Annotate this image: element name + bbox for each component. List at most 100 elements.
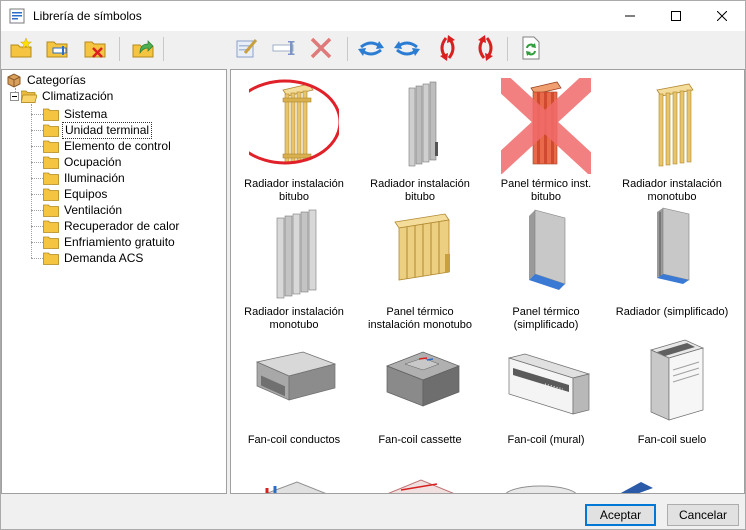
symbol-caption: Panel térmico: [386, 306, 454, 318]
partial-symbol-icon: [388, 479, 454, 493]
minimize-button[interactable]: [607, 1, 653, 31]
refresh-button[interactable]: [517, 34, 545, 62]
symbol-item[interactable]: Fan-coil suelo: [609, 330, 735, 458]
accept-button[interactable]: Aceptar: [585, 504, 656, 526]
symbol-item[interactable]: Radiador instalación bitubo: [357, 74, 483, 203]
maximize-button[interactable]: [653, 1, 699, 31]
folder-icon: [43, 108, 59, 121]
tree-item-sistema[interactable]: Sistema: [43, 106, 109, 122]
partial-symbol-icon: [505, 485, 577, 493]
folder-up-icon: [132, 40, 154, 58]
rotate-vertical-reverse-icon: [478, 35, 493, 61]
rotate-vertical-icon: [440, 35, 455, 61]
maximize-icon: [671, 11, 681, 21]
symbol-item[interactable]: Radiador (simplificado): [609, 202, 735, 330]
close-button[interactable]: [699, 1, 745, 31]
symbol-item[interactable]: Fan-coil cassette: [357, 330, 483, 458]
symbol-item[interactable]: Fan-coil (mural): [483, 330, 609, 458]
rename-folder-button[interactable]: [43, 34, 71, 62]
rename-symbol-icon: [272, 41, 295, 55]
fancoil-cassette-icon: [386, 351, 460, 407]
tree-item-iluminacion[interactable]: Iluminación: [43, 170, 127, 186]
folder-icon: [43, 124, 59, 137]
rotate-left-button[interactable]: [357, 34, 385, 62]
tree-label: Elemento de control: [64, 138, 171, 153]
symbol-caption: Fan-coil cassette: [378, 434, 462, 446]
toolbar: [1, 31, 745, 67]
collapse-toggle[interactable]: [10, 91, 19, 101]
symbol-item[interactable]: Radiador instalación monotubo: [231, 202, 357, 331]
tree-item-demanda-acs[interactable]: Demanda ACS: [43, 250, 145, 266]
tree-label: Ventilación: [64, 202, 123, 217]
category-tree[interactable]: Categorías Climatización Sistema Unidad …: [1, 69, 227, 494]
symbol-grid[interactable]: Radiador instalación bitubo Radiador ins…: [230, 69, 745, 494]
tree-item-recuperador-de-calor[interactable]: Recuperador de calor: [43, 218, 181, 234]
delete-folder-icon: [84, 41, 106, 58]
panel-simple-icon: [529, 209, 566, 290]
tree-label: Enfriamiento gratuito: [64, 234, 175, 249]
tree-label: Ocupación: [64, 154, 122, 169]
cancel-button[interactable]: Cancelar: [667, 504, 739, 526]
refresh-icon: [522, 36, 540, 60]
symbol-item[interactable]: Panel térmico instalación monotubo: [357, 202, 483, 331]
rename-folder-icon: [46, 41, 68, 58]
partial-symbol-icon: [620, 482, 653, 493]
partial-symbol-icon: [265, 481, 326, 493]
delete-symbol-button[interactable]: [307, 34, 335, 62]
symbol-caption: Panel térmico: [512, 306, 580, 318]
edit-symbol-button[interactable]: [233, 34, 261, 62]
folder-icon: [43, 236, 59, 249]
symbol-caption: Fan-coil (mural): [507, 434, 585, 446]
radiator-grey-icon: [276, 209, 317, 299]
tree-label: Iluminación: [64, 170, 125, 185]
tree-label: Equipos: [64, 186, 108, 201]
delete-symbol-icon: [310, 37, 332, 59]
tree-node-climatizacion[interactable]: Climatización: [10, 88, 115, 104]
rotate-horizontal-icon: [358, 41, 384, 56]
close-icon: [717, 11, 727, 21]
category-box-icon: [7, 73, 21, 88]
folder-icon: [43, 172, 59, 185]
tree-label: Sistema: [64, 106, 108, 121]
folder-icon: [43, 156, 59, 169]
tree-item-enfriamiento-gratuito[interactable]: Enfriamiento gratuito: [43, 234, 177, 250]
symbol-caption: Radiador instalación: [370, 178, 470, 190]
rename-symbol-button[interactable]: [271, 34, 299, 62]
folder-up-button[interactable]: [129, 34, 157, 62]
symbol-item[interactable]: Panel térmico inst. bitubo: [483, 74, 609, 203]
symbol-caption: Fan-coil conductos: [247, 434, 341, 446]
folder-icon: [43, 188, 59, 201]
tree-root-categories[interactable]: Categorías: [6, 72, 88, 88]
app-icon: [9, 8, 25, 24]
radiator-simple-icon: [657, 207, 690, 284]
folder-icon: [43, 252, 59, 265]
panel-red-icon: [501, 78, 591, 174]
folder-icon: [43, 140, 59, 153]
symbol-library-window: Librería de símbolos Categorías Climatiz…: [0, 0, 746, 530]
symbol-caption: Radiador instalación: [244, 178, 344, 190]
tree-item-equipos[interactable]: Equipos: [43, 186, 109, 202]
new-folder-button[interactable]: [7, 34, 35, 62]
rotate-down-button[interactable]: [471, 34, 499, 62]
rotate-right-button[interactable]: [393, 34, 421, 62]
symbol-item[interactable]: Radiador instalación monotubo: [609, 74, 735, 203]
tree-item-ventilacion[interactable]: Ventilación: [43, 202, 124, 218]
folder-open-icon: [21, 90, 37, 103]
tree-label: Recuperador de calor: [64, 218, 180, 233]
rotate-up-button[interactable]: [433, 34, 461, 62]
radiator-wood-icon: [656, 83, 694, 167]
minimize-icon: [625, 15, 635, 17]
symbol-caption: Radiador instalación: [244, 306, 344, 318]
tree-item-unidad-terminal[interactable]: Unidad terminal: [43, 121, 153, 139]
symbol-item[interactable]: Radiador instalación bitubo: [231, 74, 357, 203]
tree-item-ocupacion[interactable]: Ocupación: [43, 154, 123, 170]
tree-item-elemento-de-control[interactable]: Elemento de control: [43, 138, 173, 154]
symbol-caption: Fan-coil suelo: [637, 434, 707, 446]
delete-folder-button[interactable]: [81, 34, 109, 62]
edit-symbol-icon: [236, 39, 258, 58]
symbol-item[interactable]: Fan-coil conductos: [231, 330, 357, 458]
tree-label: Demanda ACS: [64, 250, 144, 265]
radiator-wood-icon: [249, 79, 339, 165]
symbol-item[interactable]: Panel térmico (simplificado): [483, 202, 609, 331]
folder-icon: [43, 220, 59, 233]
